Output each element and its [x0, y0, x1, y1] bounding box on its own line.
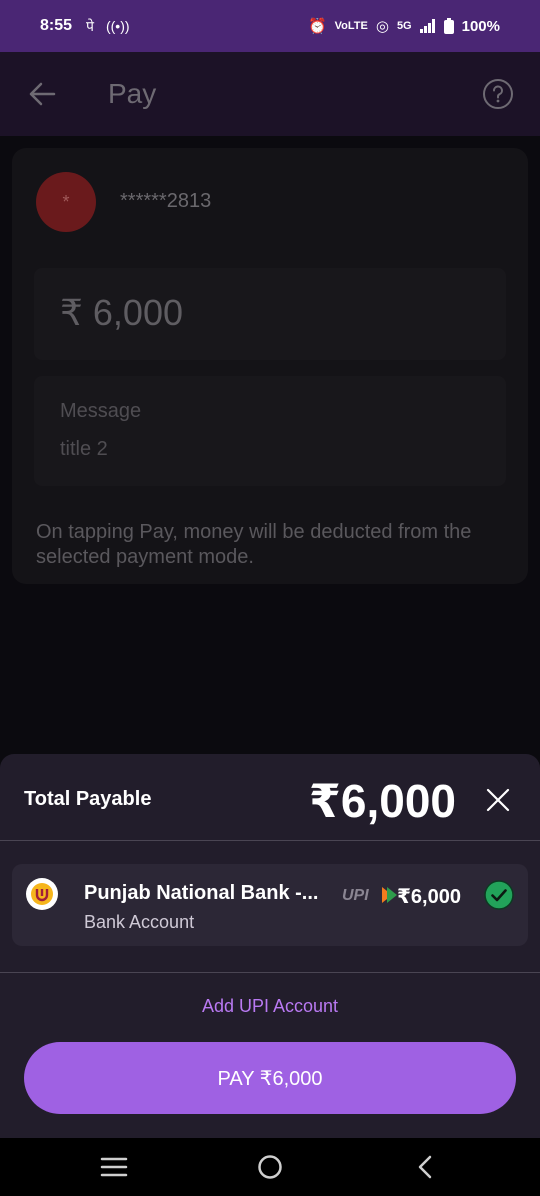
payee-avatar: * [36, 172, 96, 232]
system-nav-bar [0, 1138, 540, 1196]
pay-button[interactable]: PAY ₹6,000 [24, 1042, 516, 1114]
total-payable-label: Total Payable [24, 788, 152, 810]
payment-bottom-sheet: Total Payable ₹6,000 Punjab National Ban… [0, 754, 540, 1138]
battery-percent: 100% [461, 17, 500, 35]
amount-value: ₹ 6,000 [60, 292, 183, 333]
nav-back-icon[interactable] [412, 1153, 440, 1181]
close-icon[interactable] [486, 788, 510, 812]
sheet-divider-bottom [0, 972, 540, 973]
phonepe-notification-icon: पे [86, 17, 94, 34]
bank-name: Punjab National Bank -... [84, 882, 319, 904]
alarm-icon: ⏰ [307, 18, 327, 35]
total-payable-amount: ₹6,000 [308, 775, 456, 827]
deduction-disclaimer: On tapping Pay, money will be deducted f… [36, 521, 472, 568]
payee-account: ******2813 [120, 190, 212, 212]
payment-card: * ******2813 ₹ 6,000 Message title 2 On … [12, 148, 528, 584]
status-right-icons: ⏰ VoLTE ◎ 5G 100% [307, 17, 500, 36]
recent-apps-icon[interactable] [100, 1156, 128, 1178]
pay-button-label: PAY ₹6,000 [217, 1067, 323, 1090]
message-value: title 2 [60, 438, 108, 460]
bank-account-option[interactable]: Punjab National Bank -... Bank Account U… [12, 864, 528, 946]
hotspot-icon: ((•)) [105, 18, 130, 34]
bank-account-type: Bank Account [84, 912, 195, 932]
sheet-divider-top [0, 840, 540, 841]
help-icon[interactable] [482, 78, 514, 110]
battery-icon [443, 18, 454, 34]
status-time: 8:55 [40, 17, 73, 34]
page-title: Pay [108, 78, 157, 109]
volte-icon: VoLTE [334, 20, 368, 32]
bank-amount: ₹6,000 [397, 886, 461, 908]
message-field[interactable]: Message title 2 [34, 376, 506, 486]
add-upi-account-link[interactable]: Add UPI Account [0, 996, 540, 1017]
bank-logo-icon [26, 878, 58, 910]
home-icon[interactable] [256, 1153, 284, 1181]
signal-icon [419, 19, 435, 33]
amount-field[interactable]: ₹ 6,000 [34, 268, 506, 360]
app-header: Pay [0, 52, 540, 136]
upi-logo-text: UPI [342, 887, 369, 904]
wifi-icon: ◎ [375, 18, 389, 35]
avatar-initial: * [62, 191, 70, 212]
status-left-icons: पे ((•)) [86, 17, 130, 36]
network-type-label: 5G [396, 20, 412, 32]
selected-check-icon [484, 880, 514, 910]
back-arrow-icon[interactable] [28, 80, 56, 108]
upi-logo-icon: UPI [342, 887, 397, 904]
status-bar: 8:55 पे ((•)) ⏰ VoLTE ◎ 5G 100% [0, 0, 540, 52]
message-label: Message [60, 400, 142, 422]
